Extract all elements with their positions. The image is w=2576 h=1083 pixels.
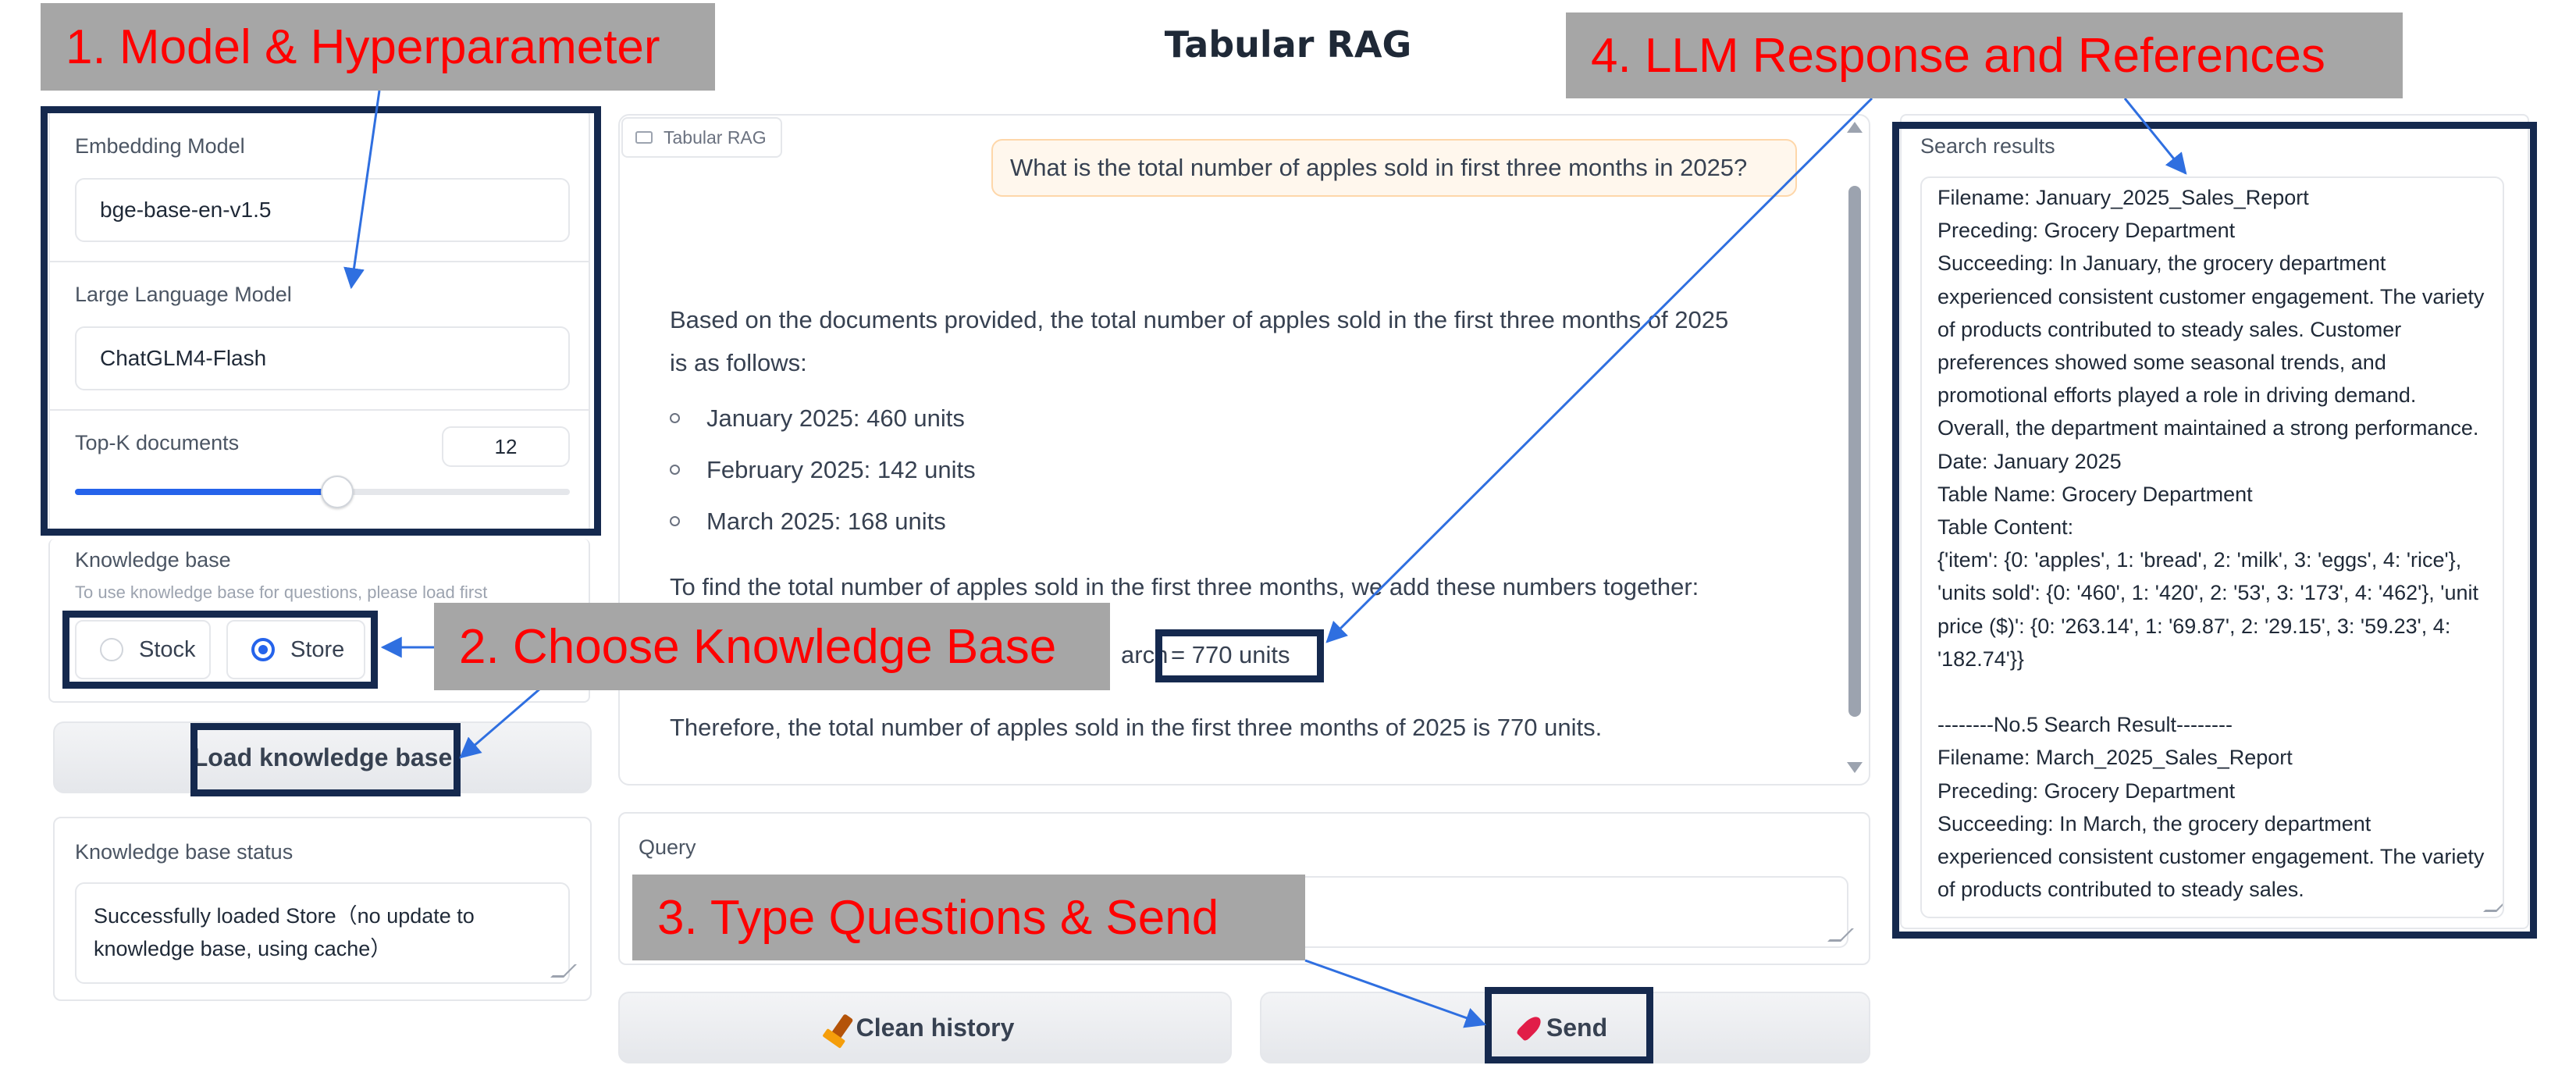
callout-llm-response: 4. LLM Response and References xyxy=(1566,12,2403,98)
arrow-1 xyxy=(343,90,381,290)
callout-knowledge-base: 2. Choose Knowledge Base xyxy=(434,603,1110,690)
arrow-4b xyxy=(2123,98,2187,175)
arrow-2b xyxy=(459,687,541,759)
callout-type-questions: 3. Type Questions & Send xyxy=(632,875,1305,960)
arrow-4 xyxy=(1325,97,1873,643)
callout-model-hyperparameter: 1. Model & Hyperparameter xyxy=(41,3,715,91)
arrow-3 xyxy=(1304,959,1487,1028)
